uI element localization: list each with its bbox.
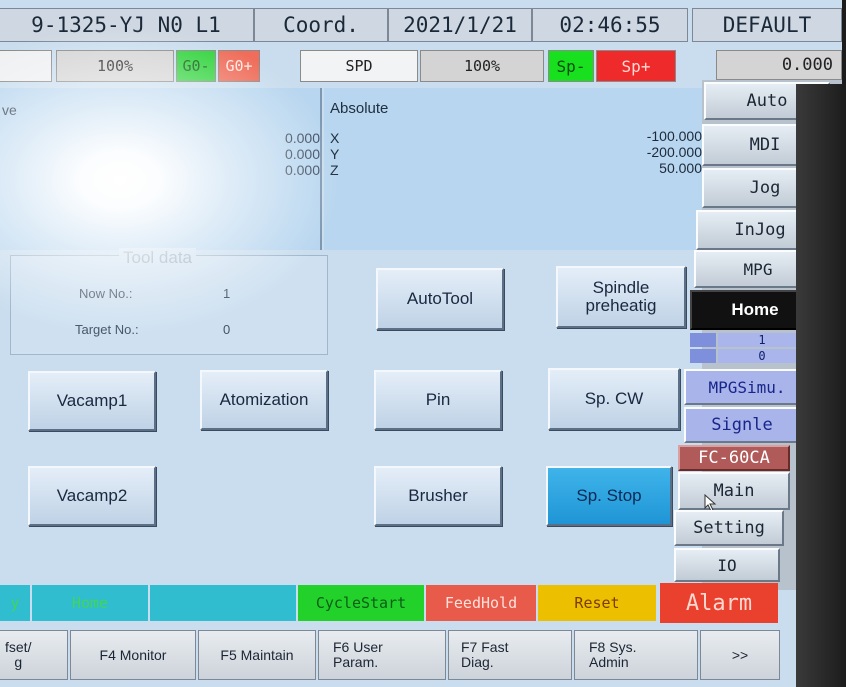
more-keys-button[interactable]: >> (700, 630, 780, 680)
autotool-button[interactable]: AutoTool (376, 268, 504, 330)
counter-left-top (690, 333, 716, 347)
axis-x-label: X (330, 130, 340, 146)
rate-blank (0, 50, 52, 82)
f3-key[interactable]: fset/ g (0, 630, 68, 680)
date-label: 2021/1/21 (388, 8, 532, 42)
spindle-override: 100% (420, 50, 544, 82)
relative-y-value: 0.000 (284, 146, 320, 162)
program-name: 9-1325-YJ N0 L1 (0, 8, 254, 42)
status-home: Home (32, 585, 148, 621)
vacamp1-button[interactable]: Vacamp1 (28, 371, 156, 431)
g0-minus-button[interactable]: G0- (176, 50, 216, 82)
f5-maintain-key[interactable]: F5 Maintain (198, 630, 316, 680)
axis-z-label: Z (330, 162, 339, 178)
now-no-label: Now No.: (79, 286, 133, 301)
main-page-button[interactable]: Main (678, 472, 790, 510)
cnc-screen: 9-1325-YJ N0 L1 Coord. 2021/1/21 02:46:5… (0, 0, 846, 687)
f8-sys-admin-key[interactable]: F8 Sys. Admin (574, 630, 698, 680)
setting-page-button[interactable]: Setting (674, 510, 784, 546)
counter-bottom: 0 (718, 349, 806, 363)
status-segment-3 (150, 585, 296, 621)
absolute-position-panel: Absolute X Y Z -100.000 -200.000 50.000 (324, 88, 706, 250)
tool-data-title: Tool data (119, 248, 196, 268)
io-page-button[interactable]: IO (674, 548, 780, 582)
f6-user-param-key[interactable]: F6 User Param. (318, 630, 446, 680)
tool-data-panel: Tool data Now No.: 1 Target No.: 0 (10, 248, 328, 355)
sp-plus-button[interactable]: Sp+ (596, 50, 676, 82)
counter-top: 1 (718, 333, 806, 347)
model-label: FC-60CA (678, 445, 790, 471)
status-segment-1: y (0, 585, 30, 621)
atomization-button[interactable]: Atomization (200, 370, 328, 430)
profile-label: DEFAULT (692, 8, 842, 42)
target-no-value: 0 (223, 322, 231, 337)
alarm-indicator[interactable]: Alarm (660, 583, 778, 623)
relative-z-value: 0.000 (284, 162, 320, 178)
absolute-z-value: 50.000 (659, 160, 702, 176)
sp-cw-button[interactable]: Sp. CW (548, 368, 680, 430)
time-label: 02:46:55 (532, 8, 688, 42)
vacamp2-button[interactable]: Vacamp2 (28, 466, 156, 526)
sp-minus-button[interactable]: Sp- (548, 50, 594, 82)
brusher-button[interactable]: Brusher (374, 466, 502, 526)
feed-hold-button[interactable]: FeedHold (426, 585, 536, 621)
f7-fast-diag-key[interactable]: F7 Fast Diag. (448, 630, 572, 680)
relative-title: ve (2, 102, 17, 118)
pin-button[interactable]: Pin (374, 370, 502, 430)
g0-plus-button[interactable]: G0+ (218, 50, 260, 82)
monitor-bezel (796, 84, 846, 687)
relative-position-panel: ve 0.000 0.000 0.000 (0, 88, 322, 250)
monitor-bezel-top (842, 0, 846, 84)
reset-button[interactable]: Reset (538, 585, 656, 621)
signle-button[interactable]: Signle (684, 407, 800, 443)
spd-label: SPD (300, 50, 418, 82)
now-no-value: 1 (223, 286, 231, 301)
counter-box: 1 0 (688, 332, 808, 364)
feed-override: 100% (56, 50, 174, 82)
coord-label: Coord. (254, 8, 388, 42)
target-no-label: Target No.: (75, 322, 139, 337)
f4-monitor-key[interactable]: F4 Monitor (70, 630, 196, 680)
mpgsimu-button[interactable]: MPGSimu. (684, 369, 810, 405)
absolute-x-value: -100.000 (646, 128, 702, 144)
absolute-y-value: -200.000 (646, 144, 702, 160)
spindle-value: 0.000 (716, 50, 842, 80)
counter-left-bottom (690, 349, 716, 363)
absolute-title: Absolute (330, 100, 389, 117)
relative-x-value: 0.000 (284, 130, 320, 146)
spindle-preheat-button[interactable]: Spindle preheatig (556, 266, 686, 328)
sp-stop-button[interactable]: Sp. Stop (546, 466, 672, 526)
axis-y-label: Y (330, 146, 340, 162)
cycle-start-button[interactable]: CycleStart (298, 585, 424, 621)
